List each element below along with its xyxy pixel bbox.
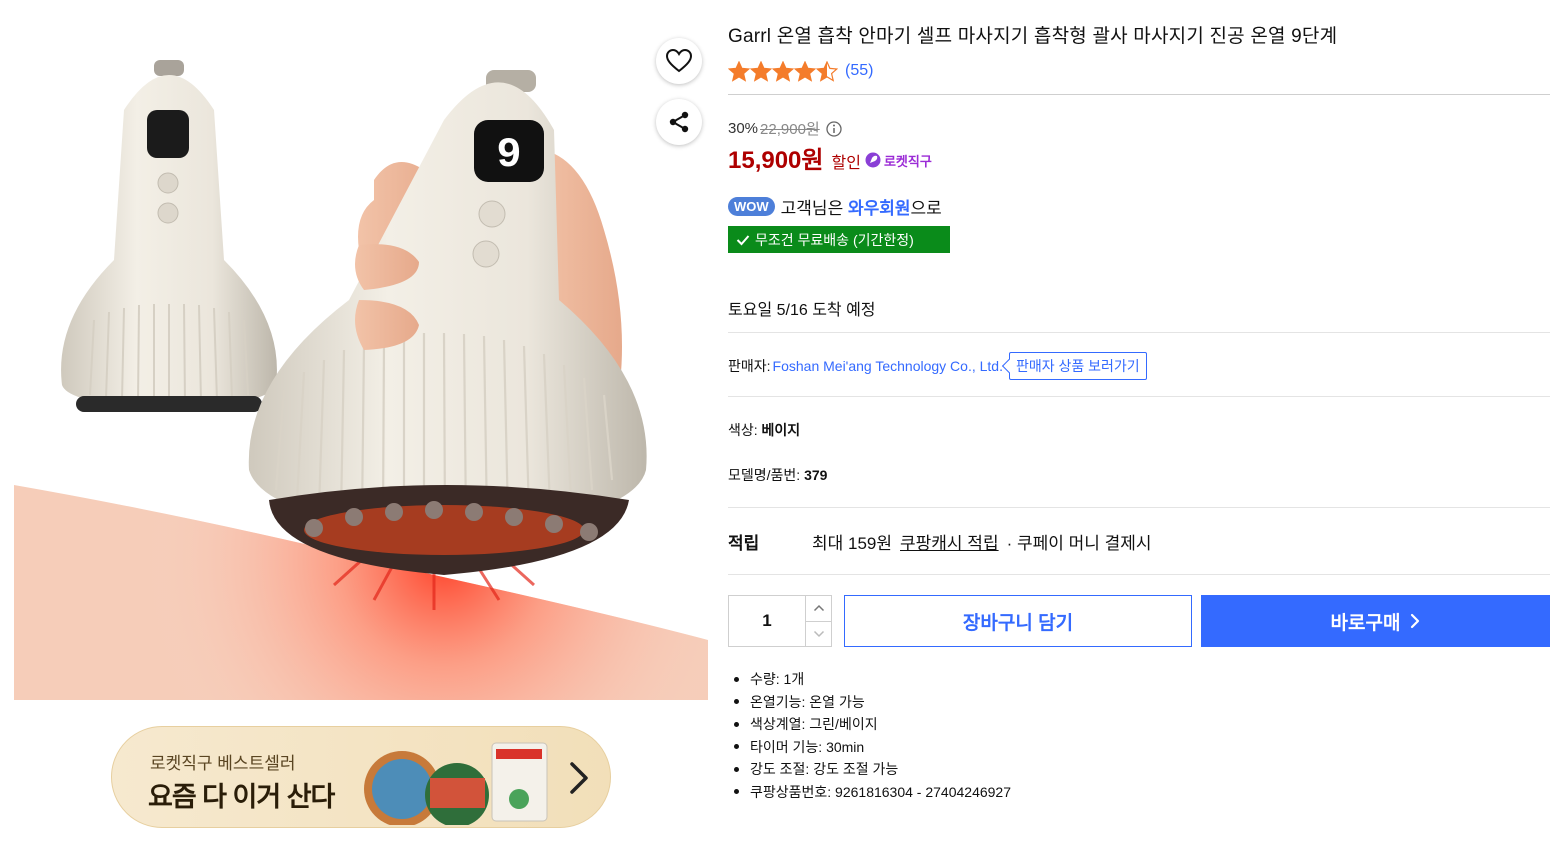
rocket-bestseller-banner[interactable]: 로켓직구 베스트셀러 요즘 다 이거 산다 bbox=[111, 726, 611, 828]
check-icon bbox=[736, 234, 750, 245]
original-price: 22,900원 bbox=[760, 121, 820, 138]
share-button[interactable] bbox=[656, 99, 702, 145]
spec-list: 수량: 1개온열기능: 온열 가능색상계열: 그린/베이지타이머 기능: 30m… bbox=[728, 668, 1011, 803]
info-icon[interactable] bbox=[826, 120, 842, 137]
bullet-dot bbox=[734, 744, 739, 750]
banner-subtitle: 로켓직구 베스트셀러 bbox=[150, 754, 296, 773]
chevron-up-icon bbox=[813, 605, 824, 612]
bullet-dot bbox=[734, 699, 739, 705]
rocket-badge: 로켓직구 bbox=[865, 151, 932, 170]
bullet-dot bbox=[734, 766, 739, 772]
quantity-decrease-button[interactable] bbox=[806, 622, 831, 647]
divider bbox=[728, 574, 1550, 575]
divider bbox=[728, 94, 1550, 95]
seller-label: 판매자: bbox=[728, 358, 771, 374]
discount-row: 30% 22,900원 bbox=[728, 118, 842, 139]
model-option: 모델명/품번: 379 bbox=[728, 465, 827, 485]
model-value: 379 bbox=[804, 467, 828, 483]
rating-row: (55) bbox=[728, 59, 873, 83]
seller-products-button[interactable]: 판매자 상품 보러가기 bbox=[1008, 352, 1147, 380]
reward-suffix: · 쿠페이 머니 결제시 bbox=[1006, 534, 1152, 553]
massager-small bbox=[61, 60, 277, 412]
seller-name-link[interactable]: Foshan Mei'ang Technology Co., Ltd. bbox=[773, 358, 1003, 374]
spec-text: 강도 조절: 강도 조절 가능 bbox=[750, 761, 899, 777]
free-shipping-badge: 무조건 무료배송 (기간한정) bbox=[728, 226, 950, 253]
divider bbox=[728, 507, 1550, 508]
sale-price: 15,900원 bbox=[728, 147, 824, 174]
discount-rate: 30% bbox=[728, 120, 759, 137]
sale-label: 할인 bbox=[831, 155, 861, 172]
spec-item: 쿠팡상품번호: 9261816304 - 27404246927 bbox=[728, 781, 1011, 804]
reward-amount: 최대 159원 bbox=[812, 534, 893, 553]
star-icon bbox=[728, 60, 750, 82]
display-digit: 9 bbox=[496, 131, 521, 179]
buy-now-button[interactable]: 바로구매 bbox=[1201, 595, 1550, 647]
coupang-cash-link[interactable]: 쿠팡캐시 적립 bbox=[900, 529, 999, 554]
star-icon bbox=[772, 60, 794, 82]
buy-now-label: 바로구매 bbox=[1330, 612, 1401, 634]
share-icon bbox=[669, 111, 689, 133]
review-count-link[interactable]: (55) bbox=[845, 62, 873, 80]
star-icon bbox=[750, 60, 772, 82]
quantity-steppers bbox=[805, 596, 831, 646]
wow-row: WOW 고객님은 와우회원 으로 bbox=[728, 194, 942, 219]
banner-product-thumbnails bbox=[364, 742, 548, 825]
wishlist-button[interactable] bbox=[656, 38, 702, 84]
color-label: 색상: bbox=[728, 422, 758, 438]
spec-item: 수량: 1개 bbox=[728, 668, 1011, 691]
product-main-image[interactable]: 9 bbox=[14, 0, 708, 700]
product-title: Garrl 온열 흡착 안마기 셀프 마사지기 흡착형 괄사 마사지기 진공 온… bbox=[728, 26, 1338, 47]
bullet-dot bbox=[734, 676, 739, 682]
wow-member-text: 와우회원 bbox=[847, 199, 911, 218]
star-icon bbox=[816, 60, 838, 82]
color-option: 색상: 베이지 bbox=[728, 420, 800, 440]
divider bbox=[728, 396, 1550, 397]
spec-item: 색상계열: 그린/베이지 bbox=[728, 713, 1011, 736]
bullet-dot bbox=[734, 721, 739, 727]
reward-row: 적립 최대 159원 쿠팡캐시 적립 · 쿠페이 머니 결제시 bbox=[728, 529, 1152, 554]
spec-text: 색상계열: 그린/베이지 bbox=[750, 716, 878, 732]
rocket-label: 로켓직구 bbox=[883, 153, 932, 169]
arrival-date: 토요일 5/16 도착 예정 bbox=[728, 302, 876, 319]
heart-icon bbox=[666, 49, 692, 73]
model-label: 모델명/품번: bbox=[728, 467, 801, 483]
banner-title: 요즘 다 이거 산다 bbox=[148, 782, 335, 812]
wow-badge: WOW bbox=[728, 197, 775, 216]
reward-label: 적립 bbox=[728, 534, 760, 553]
spec-item: 타이머 기능: 30min bbox=[728, 736, 1011, 759]
price-row: 15,900원 할인 로켓직구 bbox=[728, 140, 932, 175]
divider bbox=[728, 332, 1550, 333]
rocket-icon bbox=[865, 152, 881, 168]
spec-item: 온열기능: 온열 가능 bbox=[728, 691, 1011, 714]
product-info-panel: Garrl 온열 흡착 안마기 셀프 마사지기 흡착형 괄사 마사지기 진공 온… bbox=[728, 0, 1550, 841]
spec-item: 강도 조절: 강도 조절 가능 bbox=[728, 758, 1011, 781]
quantity-stepper bbox=[728, 595, 832, 647]
free-shipping-text: 무조건 무료배송 (기간한정) bbox=[755, 231, 914, 248]
wow-suffix: 으로 bbox=[910, 199, 942, 218]
add-to-cart-button[interactable]: 장바구니 담기 bbox=[844, 595, 1192, 647]
color-value: 베이지 bbox=[761, 422, 801, 438]
chevron-right-icon bbox=[570, 762, 588, 794]
seller-row: 판매자: Foshan Mei'ang Technology Co., Ltd.… bbox=[728, 352, 1147, 380]
star-icon bbox=[794, 60, 816, 82]
spec-text: 타이머 기능: 30min bbox=[750, 738, 865, 755]
quantity-input[interactable] bbox=[729, 596, 805, 646]
rating-stars[interactable] bbox=[728, 60, 838, 82]
spec-text: 쿠팡상품번호: 9261816304 - 27404246927 bbox=[750, 783, 1012, 800]
spec-text: 수량: 1개 bbox=[750, 671, 805, 687]
massager-illustration: 9 bbox=[14, 60, 708, 700]
chevron-right-icon bbox=[1411, 613, 1420, 629]
quantity-increase-button[interactable] bbox=[806, 596, 831, 622]
wow-prefix: 고객님은 bbox=[780, 199, 848, 218]
spec-text: 온열기능: 온열 가능 bbox=[750, 693, 865, 710]
bullet-dot bbox=[734, 789, 739, 795]
chevron-down-icon bbox=[813, 630, 824, 637]
